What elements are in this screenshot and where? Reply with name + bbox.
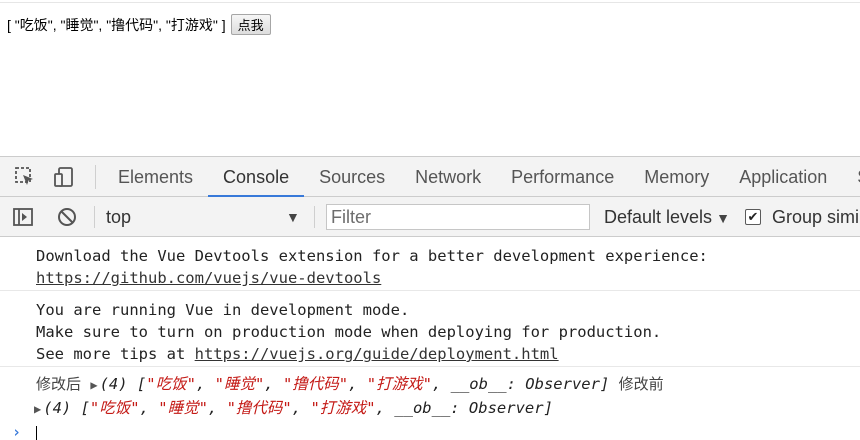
log-prefix: 修改后 xyxy=(36,375,82,393)
array-count: (4) xyxy=(99,375,128,393)
deployment-link[interactable]: https://vuejs.org/guide/deployment.html xyxy=(195,345,559,363)
tab-network[interactable]: Network xyxy=(400,157,496,197)
tab-elements[interactable]: Elements xyxy=(103,157,208,197)
array-item: "吃饭" xyxy=(89,399,140,417)
page-viewport: [ "吃饭", "睡觉", "撸代码", "打游戏" ] 点我 xyxy=(0,0,860,156)
page-content-row: [ "吃饭", "睡觉", "撸代码", "打游戏" ] 点我 xyxy=(7,14,271,35)
device-toolbar-icon[interactable] xyxy=(53,166,75,188)
toolbar-divider xyxy=(314,206,315,228)
tab-memory[interactable]: Memory xyxy=(629,157,724,197)
log-levels-label: Default levels xyxy=(604,207,713,227)
message-text: Make sure to turn on production mode whe… xyxy=(36,323,662,341)
message-text: You are running Vue in development mode. xyxy=(36,301,410,319)
log-suffix: 修改前 xyxy=(618,375,664,393)
devtools-tabbar: Elements Console Sources Network Perform… xyxy=(0,157,860,197)
log-entry-before[interactable]: ▶ (4) ["吃饭", "睡觉", "撸代码", "打游戏", __ob__: … xyxy=(34,396,860,420)
array-item: "吃饭" xyxy=(146,375,196,393)
message-text: Download the Vue Devtools extension for … xyxy=(36,247,708,265)
context-dropdown-icon[interactable]: ▼ xyxy=(286,209,300,225)
inspect-element-icon[interactable] xyxy=(14,166,36,188)
click-me-button[interactable]: 点我 xyxy=(230,14,271,35)
array-item: "撸代码" xyxy=(226,399,292,417)
console-message: Download the Vue Devtools extension for … xyxy=(0,237,860,291)
observer-text: __ob__: Observer xyxy=(450,375,600,393)
tab-application[interactable]: Application xyxy=(724,157,842,197)
tabbar-divider xyxy=(95,165,96,189)
filter-input[interactable] xyxy=(326,204,590,230)
chevron-down-icon: ▼ xyxy=(716,210,730,226)
array-item: "打游戏" xyxy=(366,375,432,393)
console-input-cursor[interactable] xyxy=(36,426,37,440)
tab-sources[interactable]: Sources xyxy=(304,157,400,197)
console-message: You are running Vue in development mode.… xyxy=(0,291,860,367)
expand-arrow-icon[interactable]: ▶ xyxy=(90,373,97,397)
array-text: [ "吃饭", "睡觉", "撸代码", "打游戏" ] xyxy=(7,16,226,33)
array-item: "睡觉" xyxy=(158,399,208,417)
devtools-link[interactable]: https://github.com/vuejs/vue-devtools xyxy=(36,269,381,287)
tab-security[interactable]: Se xyxy=(842,157,860,197)
array-item: "睡觉" xyxy=(214,375,265,393)
log-levels-dropdown[interactable]: Default levels ▼ xyxy=(604,197,730,237)
log-entry-after[interactable]: 修改后 ▶ (4) ["吃饭", "睡觉", "撸代码", "打游戏", __ob… xyxy=(36,372,860,396)
observer-text: __ob__: Observer xyxy=(394,399,544,417)
tab-performance[interactable]: Performance xyxy=(496,157,629,197)
show-sidebar-icon[interactable] xyxy=(12,206,34,228)
message-text: See more tips at xyxy=(36,345,195,363)
array-count: (4) xyxy=(43,399,72,417)
group-similar-checkbox[interactable]: ✔ xyxy=(745,209,761,225)
console-logs: 修改后 ▶ (4) ["吃饭", "睡觉", "撸代码", "打游戏", __ob… xyxy=(0,367,860,420)
console-prompt-icon: › xyxy=(12,423,22,440)
clear-console-icon[interactable] xyxy=(56,206,78,228)
devtools-tabs: Elements Console Sources Network Perform… xyxy=(103,157,860,197)
expand-arrow-icon[interactable]: ▶ xyxy=(34,397,41,421)
console-output: Download the Vue Devtools extension for … xyxy=(0,237,860,440)
group-similar-label: Group simi xyxy=(772,207,860,227)
array-item: "撸代码" xyxy=(282,375,349,393)
tab-console[interactable]: Console xyxy=(208,157,305,197)
toolbar-divider xyxy=(94,206,95,228)
page-top-divider xyxy=(0,2,860,3)
devtools-panel: Elements Console Sources Network Perform… xyxy=(0,156,860,440)
context-label: top xyxy=(106,207,132,227)
console-toolbar: top ▼ Default levels▼ ✔ Group simi xyxy=(0,197,860,237)
context-selector[interactable]: top xyxy=(106,197,306,237)
array-item: "打游戏" xyxy=(310,399,376,417)
